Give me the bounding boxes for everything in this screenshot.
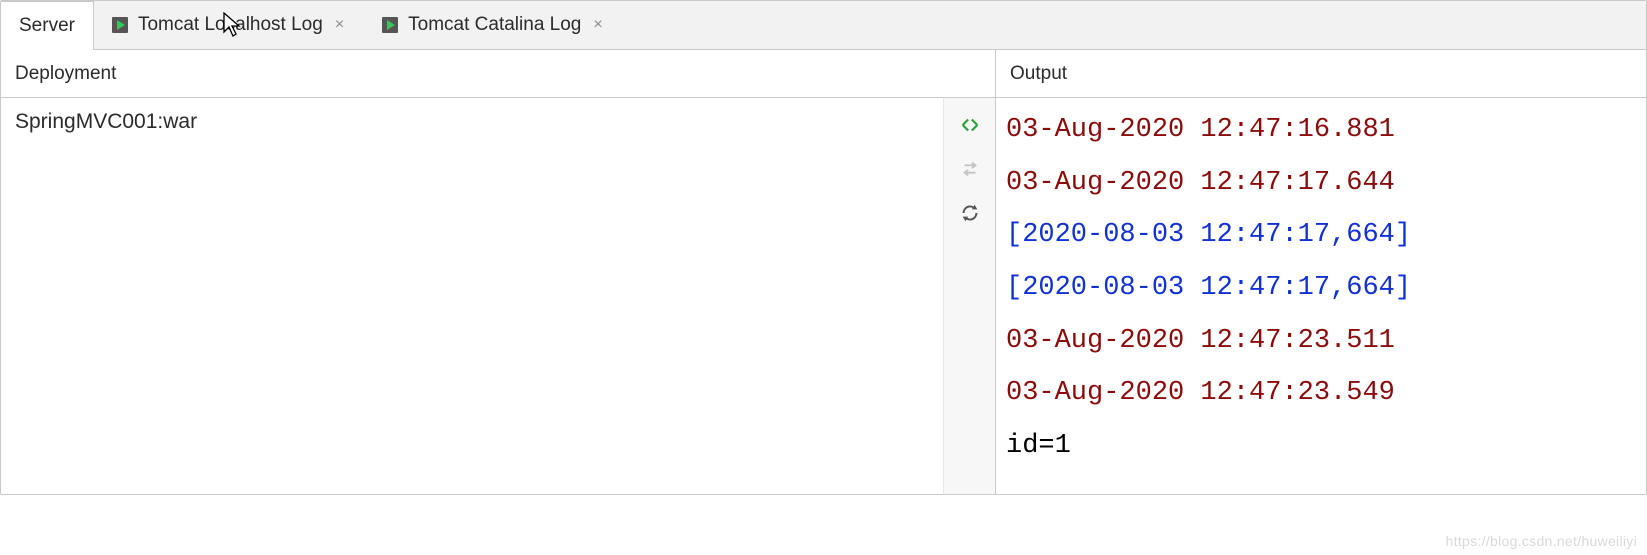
close-icon[interactable]: × xyxy=(591,16,604,34)
tab-tomcat-catalina-log[interactable]: Tomcat Catalina Log × xyxy=(364,1,623,49)
output-log[interactable]: 03-Aug-2020 12:47:16.88103-Aug-2020 12:4… xyxy=(996,98,1646,494)
output-header: Output xyxy=(996,50,1646,98)
output-pane: Output 03-Aug-2020 12:47:16.88103-Aug-20… xyxy=(996,50,1646,494)
close-icon[interactable]: × xyxy=(333,16,346,34)
tab-server-label: Server xyxy=(19,15,75,37)
deployment-title: Deployment xyxy=(15,63,116,85)
watermark: https://blog.csdn.net/huweiliyi xyxy=(1446,533,1637,549)
deployment-item[interactable]: SpringMVC001:war xyxy=(15,110,929,134)
output-title: Output xyxy=(1010,63,1067,85)
deployment-header: Deployment xyxy=(1,50,995,98)
run-icon xyxy=(382,17,398,33)
log-line: id=1 xyxy=(1006,420,1636,473)
deployment-item-label: SpringMVC001:war xyxy=(15,110,197,134)
log-line: 03-Aug-2020 12:47:23.549 xyxy=(1006,367,1636,420)
tab-catalina-label: Tomcat Catalina Log xyxy=(408,14,581,36)
log-line: 03-Aug-2020 12:47:17.644 xyxy=(1006,157,1636,210)
log-line: [2020-08-03 12:47:17,664] xyxy=(1006,209,1636,262)
deploy-all-icon[interactable] xyxy=(957,112,983,138)
refresh-icon[interactable] xyxy=(957,200,983,226)
tabstrip: Server Tomcat Localhost Log × Tomcat Cat… xyxy=(1,1,1646,49)
tab-server[interactable]: Server xyxy=(1,1,94,49)
tab-localhost-label: Tomcat Localhost Log xyxy=(138,14,323,36)
deployment-toolbar xyxy=(943,98,995,494)
tab-tomcat-localhost-log[interactable]: Tomcat Localhost Log × xyxy=(94,1,364,49)
run-icon xyxy=(112,17,128,33)
log-line: 03-Aug-2020 12:47:23.511 xyxy=(1006,315,1636,368)
deployment-pane: Deployment SpringMVC001:war xyxy=(1,50,996,494)
log-line: 03-Aug-2020 12:47:16.881 xyxy=(1006,104,1636,157)
log-line: [2020-08-03 12:47:17,664] xyxy=(1006,262,1636,315)
deployment-tree[interactable]: SpringMVC001:war xyxy=(1,98,943,494)
undeploy-icon xyxy=(957,156,983,182)
